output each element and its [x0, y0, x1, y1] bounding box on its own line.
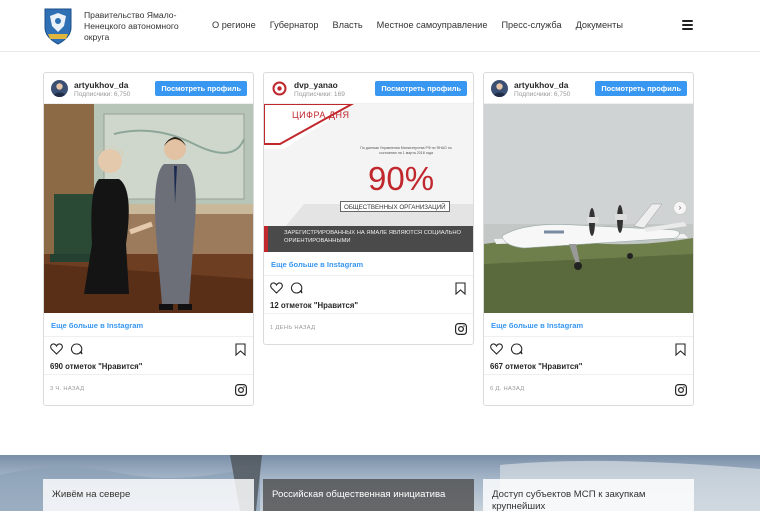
bookmark-icon[interactable]: [235, 343, 246, 356]
nav-press-service[interactable]: Пресс-служба: [501, 20, 561, 30]
instagram-card: artyukhov_da Подписчики: 6,750 Посмотрет…: [43, 72, 254, 406]
post-image[interactable]: [44, 104, 253, 313]
instagram-card: dvp_yanao Подписчики: 169 Посмотреть про…: [263, 72, 474, 345]
bookmark-icon[interactable]: [675, 343, 686, 356]
subscriber-count: Подписчики: 169: [294, 91, 345, 98]
subscriber-count: Подписчики: 6,750: [514, 91, 571, 98]
more-in-instagram-link[interactable]: Еще больше в Instagram: [264, 252, 473, 276]
coat-of-arms-logo[interactable]: [42, 6, 74, 46]
tile-sme-procurement-access[interactable]: Доступ субъектов МСП к закупкам крупнейш…: [483, 479, 694, 511]
instagram-icon[interactable]: [235, 384, 247, 396]
post-footer: 1 день назад: [264, 314, 473, 344]
post-actions: [44, 337, 253, 359]
tile-russian-public-initiative[interactable]: Российская общественная инициатива: [263, 479, 474, 511]
card-header: dvp_yanao Подписчики: 169 Посмотреть про…: [264, 73, 473, 104]
comment-icon[interactable]: [510, 343, 523, 355]
view-profile-button[interactable]: Посмотреть профиль: [375, 81, 467, 96]
banner-label: ОБЩЕСТВЕННЫХ ОРГАНИЗАЦИЙ: [340, 201, 450, 212]
heart-icon[interactable]: [490, 343, 503, 355]
main-nav: О регионе Губернатор Власть Местное само…: [212, 20, 637, 30]
view-profile-button[interactable]: Посмотреть профиль: [595, 81, 687, 96]
card-header: artyukhov_da Подписчики: 6,750 Посмотрет…: [44, 73, 253, 104]
heart-icon[interactable]: [50, 343, 63, 355]
post-footer: 6 д. назад: [484, 375, 693, 405]
post-image[interactable]: ЦИФРА ДНЯ По данным Управления Министерс…: [264, 104, 473, 252]
nav-local-government[interactable]: Местное самоуправление: [377, 20, 488, 30]
post-time: 6 д. назад: [490, 386, 525, 392]
banner-title: ЦИФРА ДНЯ: [292, 110, 350, 120]
site-header: Правительство Ямало-Ненецкого автономног…: [0, 0, 760, 52]
nav-about-region[interactable]: О регионе: [212, 20, 256, 30]
heart-icon[interactable]: [270, 282, 283, 294]
comment-icon[interactable]: [290, 282, 303, 294]
more-in-instagram-link[interactable]: Еще больше в Instagram: [484, 313, 693, 337]
avatar[interactable]: [271, 80, 288, 97]
instagram-card: artyukhov_da Подписчики: 6,750 Посмотрет…: [483, 72, 694, 406]
post-footer: 3 ч. назад: [44, 375, 253, 405]
post-actions: [264, 276, 473, 298]
instagram-icon[interactable]: [455, 323, 467, 335]
username[interactable]: dvp_yanao: [294, 80, 338, 90]
tile-living-in-north[interactable]: Живём на севере: [43, 479, 254, 511]
nav-documents[interactable]: Документы: [576, 20, 623, 30]
username[interactable]: artyukhov_da: [514, 80, 568, 90]
instagram-icon[interactable]: [675, 384, 687, 396]
bookmark-icon[interactable]: [455, 282, 466, 295]
post-time: 1 день назад: [270, 325, 316, 331]
card-header: artyukhov_da Подписчики: 6,750 Посмотрет…: [484, 73, 693, 104]
subscriber-count: Подписчики: 6,750: [74, 91, 131, 98]
post-image[interactable]: [484, 104, 693, 313]
view-profile-button[interactable]: Посмотреть профиль: [155, 81, 247, 96]
banner-footer-text: ЗАРЕГИСТРИРОВАННЫХ НА ЯМАЛЕ ЯВЛЯЮТСЯ СОЦ…: [284, 230, 462, 244]
post-time: 3 ч. назад: [50, 386, 85, 392]
nav-governor[interactable]: Губернатор: [270, 20, 319, 30]
banner-percent: 90%: [368, 160, 435, 197]
menu-icon[interactable]: [682, 20, 693, 30]
nav-authority[interactable]: Власть: [332, 20, 362, 30]
org-name[interactable]: Правительство Ямало-Ненецкого автономног…: [84, 10, 194, 43]
carousel-next-arrow-icon[interactable]: ›: [673, 201, 687, 215]
avatar[interactable]: [51, 80, 68, 97]
banner-source-note: По данным Управления Министерства РФ по …: [360, 146, 452, 155]
more-in-instagram-link[interactable]: Еще больше в Instagram: [44, 313, 253, 337]
avatar[interactable]: [491, 80, 508, 97]
featured-links-strip: Живём на севере Российская общественная …: [0, 455, 760, 511]
username[interactable]: artyukhov_da: [74, 80, 128, 90]
post-actions: [484, 337, 693, 359]
like-count: 690 отметок "Нравится": [44, 359, 253, 375]
comment-icon[interactable]: [70, 343, 83, 355]
like-count: 12 отметок "Нравится": [264, 298, 473, 314]
like-count: 667 отметок "Нравится": [484, 359, 693, 375]
